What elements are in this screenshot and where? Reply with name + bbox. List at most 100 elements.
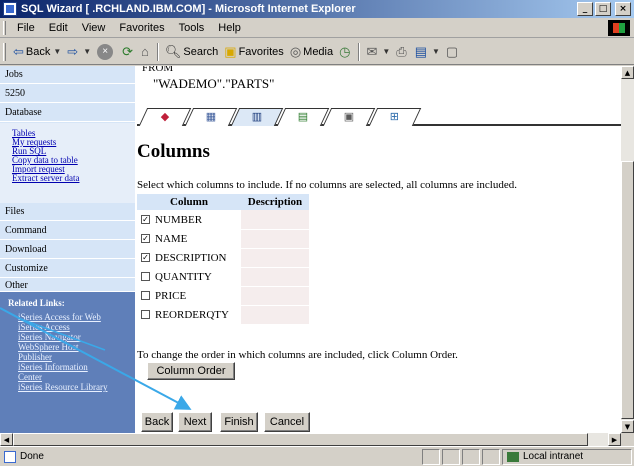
table-row: PRICE <box>137 286 309 306</box>
next-button[interactable]: Next <box>178 412 212 432</box>
related-link-center[interactable]: Center <box>8 372 135 382</box>
column-checkbox[interactable] <box>141 291 150 301</box>
scroll-up-icon[interactable]: ▲ <box>621 66 634 79</box>
maximize-button[interactable]: □ <box>595 2 611 16</box>
table-row: REORDERQTY <box>137 305 309 325</box>
column-checkbox[interactable] <box>141 272 150 282</box>
vertical-scrollbar[interactable]: ▲ ▼ <box>621 66 634 433</box>
column-cell: ✓ DESCRIPTION <box>137 248 241 267</box>
column-cell: ✓ NUMBER <box>137 210 241 229</box>
scroll-left-icon[interactable]: ◀ <box>0 433 13 446</box>
column-checkbox[interactable] <box>141 310 150 320</box>
status-pane-4 <box>482 448 500 465</box>
back-wizard-button[interactable]: Back <box>141 412 173 432</box>
description-cell <box>241 210 309 230</box>
forward-button[interactable]: ⇨ ▼ <box>64 44 94 60</box>
column-checkbox[interactable]: ✓ <box>141 234 150 244</box>
horizontal-scrollbar[interactable]: ◀ ▶ <box>0 433 621 446</box>
sidebar-item-files[interactable]: Files <box>0 203 135 221</box>
scrollbar-corner <box>621 433 634 446</box>
description-cell <box>241 229 309 249</box>
related-link-publisher[interactable]: Publisher <box>8 352 135 362</box>
horizontal-scroll-thumb[interactable] <box>13 433 588 446</box>
back-button[interactable]: ⇦ Back ▼ <box>10 44 64 60</box>
history-button[interactable]: ◷ <box>336 44 355 60</box>
sidebar-item-other[interactable]: Other <box>0 279 135 292</box>
sidebar-link-extract-data[interactable]: Extract server data <box>12 174 135 183</box>
column-order-button[interactable]: Column Order <box>147 362 235 380</box>
menu-file[interactable]: File <box>10 22 42 34</box>
ie-page-icon <box>3 2 17 16</box>
related-link-websphere[interactable]: WebSphere Host <box>8 342 135 352</box>
menu-view[interactable]: View <box>75 22 113 34</box>
tab-conditions[interactable]: ▤ <box>276 108 330 126</box>
status-pane-1 <box>422 448 440 465</box>
discuss-button[interactable]: ▢ <box>443 44 463 60</box>
tab-tables[interactable]: ▦ <box>184 108 238 126</box>
cancel-button[interactable]: Cancel <box>264 412 310 432</box>
back-dropdown-icon[interactable]: ▼ <box>53 47 61 56</box>
zone-label: Local intranet <box>523 451 584 462</box>
scroll-down-icon[interactable]: ▼ <box>621 420 634 433</box>
menu-help[interactable]: Help <box>211 22 248 34</box>
security-zone: Local intranet <box>502 448 632 465</box>
column-checkbox[interactable]: ✓ <box>141 253 150 263</box>
column-cell: QUANTITY <box>137 267 241 286</box>
tab-columns[interactable]: ▥ <box>230 108 284 126</box>
search-label: Search <box>183 45 219 58</box>
column-name: QUANTITY <box>155 270 212 283</box>
discuss-icon: ▢ <box>445 43 459 59</box>
menu-edit[interactable]: Edit <box>42 22 75 34</box>
close-button[interactable]: × <box>615 2 631 16</box>
history-icon: ◷ <box>339 43 351 59</box>
sidebar-item-5250[interactable]: 5250 <box>0 85 135 103</box>
print-button[interactable]: ⎙ <box>393 44 411 60</box>
column-checkbox[interactable]: ✓ <box>141 215 150 225</box>
status-text: Done <box>20 451 44 462</box>
sidebar-item-customize[interactable]: Customize <box>0 260 135 278</box>
print-icon: ⎙ <box>396 43 407 59</box>
related-link-resource-library[interactable]: iSeries Resource Library <box>8 382 135 392</box>
edit-button[interactable]: ▤ ▼ <box>412 44 443 60</box>
status-pane-2 <box>442 448 460 465</box>
search-button[interactable]: 🔍︎ Search <box>162 44 221 60</box>
intranet-icon <box>507 451 519 462</box>
shapes-icon: ◆ <box>160 111 170 123</box>
finish-button[interactable]: Finish <box>220 412 258 432</box>
status-pane-3 <box>462 448 480 465</box>
menu-favorites[interactable]: Favorites <box>112 22 171 34</box>
scroll-right-icon[interactable]: ▶ <box>608 433 621 446</box>
refresh-button[interactable]: ⟳ <box>119 44 138 60</box>
related-link-info-center[interactable]: iSeries Information <box>8 362 135 372</box>
sidebar-item-database[interactable]: Database <box>0 104 135 122</box>
status-bar: Done Local intranet <box>0 446 634 466</box>
sidebar-item-download[interactable]: Download <box>0 241 135 259</box>
column-name: REORDERQTY <box>155 308 229 321</box>
column-cell: ✓ NAME <box>137 229 241 248</box>
tab-shapes[interactable]: ◆ <box>138 108 192 126</box>
stop-button[interactable]: × <box>94 43 119 60</box>
media-button[interactable]: ◎ Media <box>287 44 336 60</box>
edit-dropdown-icon[interactable]: ▼ <box>432 47 440 56</box>
columns-icon: ▥ <box>251 111 262 123</box>
home-button[interactable]: ⌂ <box>138 44 154 59</box>
filter-icon: ▤ <box>297 111 308 123</box>
favorites-button[interactable]: ▣ Favorites <box>221 44 287 60</box>
mail-dropdown-icon[interactable]: ▼ <box>382 47 390 56</box>
minimize-button[interactable]: _ <box>577 2 593 16</box>
sidebar-item-command[interactable]: Command <box>0 222 135 240</box>
sidebar-item-jobs[interactable]: Jobs <box>0 66 135 84</box>
tab-sort[interactable]: ▣ <box>322 108 376 126</box>
related-link-access-web[interactable]: iSeries Access for Web <box>8 312 135 322</box>
menu-tools[interactable]: Tools <box>172 22 212 34</box>
related-link-access[interactable]: iSeries Access <box>8 322 135 332</box>
vertical-scroll-thumb[interactable] <box>621 161 634 419</box>
mail-button[interactable]: ✉ ▼ <box>363 44 393 60</box>
related-link-navigator[interactable]: iSeries Navigator <box>8 332 135 342</box>
tab-output[interactable]: ⊞ <box>368 108 422 126</box>
instructions-text: Select which columns to include. If no c… <box>137 179 517 191</box>
forward-dropdown-icon[interactable]: ▼ <box>83 47 91 56</box>
status-done: Done <box>0 450 420 463</box>
sidebar: Jobs 5250 Database Tables My requests Ru… <box>0 66 135 433</box>
menu-bar: File Edit View Favorites Tools Help <box>0 18 634 38</box>
